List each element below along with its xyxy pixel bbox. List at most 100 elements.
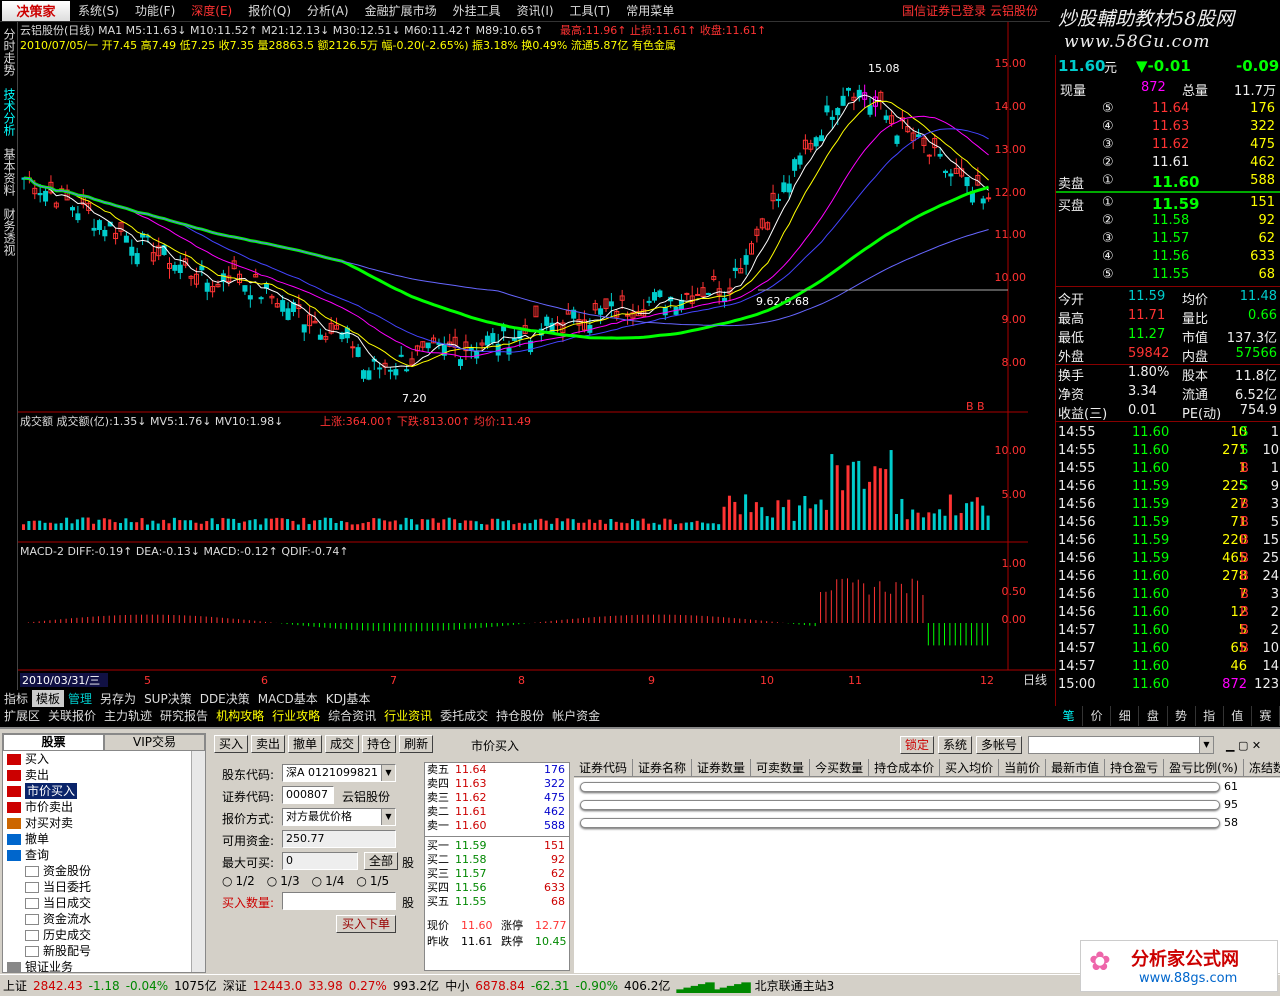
tick-row[interactable]: 14:57 11.60 5 B 2 [1056, 623, 1280, 641]
extension-tab[interactable]: 综合资讯 [324, 707, 380, 724]
tick-row[interactable]: 14:56 11.59 27 B 3 [1056, 497, 1280, 515]
gudong-select[interactable]: 深A 0121099821 ▼ [282, 764, 396, 782]
tick-row[interactable]: 14:55 11.60 10 S 1 [1056, 425, 1280, 443]
all-button[interactable]: 全部 [364, 852, 398, 870]
tick-row[interactable]: 14:55 11.60 271 S 10 [1056, 443, 1280, 461]
kline-chart-svg[interactable]: 云铝股份(日线) MA1 M5:11.63↓ M10:11.52↑ M21:12… [18, 22, 1055, 690]
toolbar-button[interactable]: 撤单 [288, 735, 323, 753]
tick-row[interactable]: 14:56 11.59 71 B 5 [1056, 515, 1280, 533]
close-icon[interactable]: ✕ [1252, 739, 1261, 752]
tree-item[interactable]: 银证业务 [3, 959, 205, 975]
menu-info[interactable]: 资讯(I) [509, 2, 562, 19]
menu-finance-ext[interactable]: 金融扩展市场 [357, 2, 445, 19]
fraction-radio[interactable]: ○ 1/2 [222, 874, 255, 888]
grid-column-header[interactable]: 持仓盈亏 [1105, 759, 1165, 776]
extension-tab[interactable]: 持仓股份 [492, 707, 548, 724]
indicator-tab[interactable]: 指标 [0, 690, 32, 707]
tree-item[interactable]: 卖出 [3, 767, 205, 783]
grid-column-header[interactable]: 证券名称 [633, 759, 693, 776]
menu-system[interactable]: 系统(S) [70, 2, 127, 19]
tick-row[interactable]: 14:57 11.60 46 14 [1056, 659, 1280, 677]
tree-item[interactable]: 查询 [3, 847, 205, 863]
tab-fundamentals[interactable]: 基本资料 [0, 142, 18, 202]
tick-row[interactable]: 14:56 11.59 225 S 9 [1056, 479, 1280, 497]
tick-row[interactable]: 14:56 11.60 7 B 3 [1056, 587, 1280, 605]
panel-tab[interactable]: 赛 [1252, 706, 1280, 726]
grid-toolbar-button[interactable]: 多帐号 [976, 736, 1023, 754]
extension-tab[interactable]: 研究报告 [156, 707, 212, 724]
grid-row[interactable] [580, 782, 1220, 792]
grid-row[interactable] [580, 818, 1220, 828]
grid-column-header[interactable]: 最新市值 [1046, 759, 1106, 776]
chevron-down-icon[interactable]: ▼ [381, 809, 395, 825]
panel-tab[interactable]: 指 [1196, 706, 1224, 726]
menu-plugin-tools[interactable]: 外挂工具 [445, 2, 509, 19]
submit-buy-button[interactable]: 买入下单 [336, 915, 396, 933]
tick-row[interactable]: 14:56 11.59 220 B 15 [1056, 533, 1280, 551]
tick-row[interactable]: 14:56 11.60 12 B 2 [1056, 605, 1280, 623]
toolbar-button[interactable]: 成交 [325, 735, 360, 753]
panel-tab[interactable]: 笔 [1055, 706, 1084, 726]
tree-item[interactable]: 市价卖出 [3, 799, 205, 815]
menu-common[interactable]: 常用菜单 [618, 2, 682, 19]
grid-column-header[interactable]: 可卖数量 [751, 759, 811, 776]
extension-tab[interactable]: 扩展区 [0, 707, 44, 724]
grid-column-header[interactable]: 盈亏比例(%) [1164, 759, 1244, 776]
tick-row[interactable]: 14:57 11.60 65 B 10 [1056, 641, 1280, 659]
tree-item[interactable]: 资金股份 [3, 863, 205, 879]
tree-item[interactable]: 对买对卖 [3, 815, 205, 831]
indicator-tab[interactable]: DDE决策 [196, 690, 254, 707]
toolbar-button[interactable]: 卖出 [251, 735, 286, 753]
grid-column-header[interactable]: 当前价 [999, 759, 1047, 776]
fraction-radio[interactable]: ○ 1/4 [312, 874, 345, 888]
extension-tab[interactable]: 帐户资金 [548, 707, 604, 724]
menu-analysis[interactable]: 分析(A) [299, 2, 357, 19]
grid-row[interactable] [580, 800, 1220, 810]
indicator-tab[interactable]: 模板 [32, 690, 65, 707]
grid-toolbar-button[interactable]: 系统 [938, 736, 973, 754]
extension-tab[interactable]: 行业攻略 [268, 707, 324, 724]
fraction-radio[interactable]: ○ 1/3 [267, 874, 300, 888]
menu-tools[interactable]: 工具(T) [562, 2, 619, 19]
fraction-radio[interactable]: ○ 1/5 [356, 874, 389, 888]
tree-item[interactable]: 市价买入 [3, 783, 205, 799]
menu-depth[interactable]: 深度(E) [183, 2, 240, 19]
grid-column-header[interactable]: 证券代码 [574, 759, 634, 776]
menu-function[interactable]: 功能(F) [127, 2, 183, 19]
extension-tab[interactable]: 委托成交 [436, 707, 492, 724]
qty-input[interactable] [282, 892, 396, 910]
period-label[interactable]: 日线 [1023, 673, 1047, 687]
panel-tab[interactable]: 细 [1111, 706, 1140, 726]
panel-tab[interactable]: 价 [1083, 706, 1112, 726]
account-select[interactable]: ▼ [1028, 736, 1214, 754]
tree-scrollbar[interactable] [191, 751, 205, 972]
indicator-tab[interactable]: KDJ基本 [322, 690, 375, 707]
chevron-down-icon[interactable]: ▼ [1199, 737, 1213, 753]
panel-tab[interactable]: 盘 [1139, 706, 1168, 726]
tick-row[interactable]: 14:55 11.60 1 B 1 [1056, 461, 1280, 479]
grid-column-header[interactable]: 证券数量 [692, 759, 752, 776]
tree-item[interactable]: 买入 [3, 751, 205, 767]
minimize-icon[interactable]: ▁ [1226, 739, 1234, 752]
toolbar-button[interactable]: 持仓 [362, 735, 397, 753]
kline-chart-area[interactable]: 云铝股份(日线) MA1 M5:11.63↓ M10:11.52↑ M21:12… [18, 22, 1055, 690]
tree-item[interactable]: 历史成交 [3, 927, 205, 943]
tree-item[interactable]: 撤单 [3, 831, 205, 847]
tree-item[interactable]: 资金流水 [3, 911, 205, 927]
grid-column-header[interactable]: 买入均价 [940, 759, 1000, 776]
grid-column-header[interactable]: 冻结数 [1244, 759, 1280, 776]
chevron-down-icon[interactable]: ▼ [381, 765, 395, 781]
restore-icon[interactable]: ▢ [1238, 739, 1248, 752]
indicator-tab[interactable]: 管理 [64, 690, 96, 707]
indicator-tab[interactable]: 另存为 [96, 690, 140, 707]
grid-column-header[interactable]: 今买数量 [810, 759, 870, 776]
tick-row[interactable]: 15:00 11.60 872 123 [1056, 677, 1280, 695]
method-select[interactable]: 对方最优价格 ▼ [282, 808, 396, 826]
menu-quote[interactable]: 报价(Q) [240, 2, 299, 19]
panel-tab[interactable]: 值 [1224, 706, 1252, 726]
tab-technical[interactable]: 技术分析 [0, 82, 18, 142]
indicator-tab[interactable]: MACD基本 [254, 690, 322, 707]
extension-tab[interactable]: 机构攻略 [212, 707, 268, 724]
tick-row[interactable]: 14:56 11.59 465 B 25 [1056, 551, 1280, 569]
tab-financials[interactable]: 财务透视 [0, 202, 18, 262]
